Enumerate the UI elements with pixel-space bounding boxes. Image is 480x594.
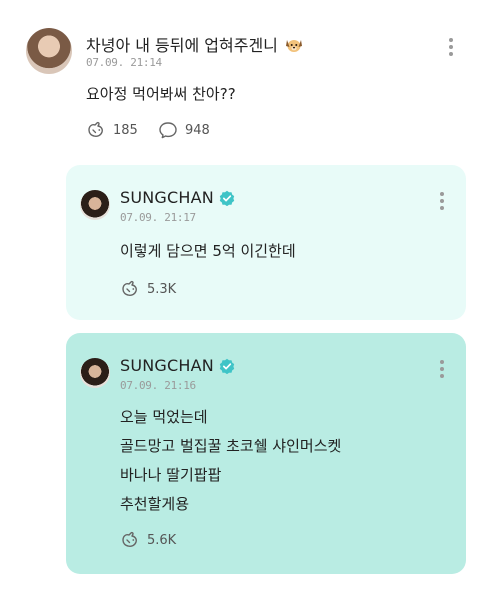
like-count: 5.3K	[147, 281, 177, 297]
artist-name-label: SUNGCHAN	[120, 356, 214, 375]
more-options-icon[interactable]	[439, 360, 445, 380]
artist-name[interactable]: SUNGCHAN	[120, 188, 235, 207]
like-paw-icon	[122, 280, 137, 296]
reply-line: 오늘 먹었는데	[120, 408, 208, 426]
like-button[interactable]: 5.6K	[120, 531, 176, 549]
fan-avatar[interactable]	[26, 28, 72, 74]
verified-badge-icon	[219, 358, 235, 374]
dog-face-icon	[286, 40, 302, 52]
reply-card: SUNGCHAN 07.09. 21:17 이렇게 담으면 5억 이긴한데 5.…	[66, 165, 466, 320]
like-paw-icon	[122, 531, 137, 547]
fan-post-time: 07.09. 21:14	[86, 56, 162, 69]
like-button[interactable]: 185	[86, 121, 138, 139]
reply-time: 07.09. 21:16	[120, 379, 196, 392]
more-options-icon[interactable]	[439, 192, 445, 212]
reply-message: 오늘 먹었는데 골드망고 벌집꿀 초코쉘 샤인머스켓 바나나 딸기팝팝 추천할게…	[120, 403, 341, 519]
like-count: 185	[113, 122, 138, 138]
like-paw-icon	[88, 121, 103, 137]
verified-badge-icon	[219, 190, 235, 206]
comment-count: 948	[185, 122, 210, 138]
reply-card: SUNGCHAN 07.09. 21:16 오늘 먹었는데 골드망고 벌집꿀 초…	[66, 333, 466, 574]
fan-post-message: 요아정 먹어봐써 찬아??	[86, 85, 236, 103]
reply-line: 바나나 딸기팝팝	[120, 466, 222, 484]
reply-line: 이렇게 담으면 5억 이긴한데	[120, 242, 296, 260]
artist-name[interactable]: SUNGCHAN	[120, 356, 235, 375]
artist-avatar[interactable]	[80, 358, 110, 388]
more-options-icon[interactable]	[448, 38, 454, 58]
artist-name-label: SUNGCHAN	[120, 188, 214, 207]
fan-author-name[interactable]: 차녕아 내 등뒤에 업혀주겐니	[86, 32, 303, 56]
reply-line: 골드망고 벌집꿀 초코쉘 샤인머스켓	[120, 437, 342, 455]
comment-button[interactable]: 948	[158, 121, 210, 139]
artist-avatar[interactable]	[80, 190, 110, 220]
fan-post: 차녕아 내 등뒤에 업혀주겐니 07.09. 21:14 요아정 먹어봐써 찬아…	[0, 0, 480, 160]
reply-time: 07.09. 21:17	[120, 211, 196, 224]
comment-bubble-icon	[159, 122, 177, 139]
like-count: 5.6K	[147, 532, 177, 548]
fan-author-label: 차녕아 내 등뒤에 업혀주겐니	[86, 36, 278, 55]
reply-line: 추천할게용	[120, 495, 190, 513]
reply-message: 이렇게 담으면 5억 이긴한데	[120, 237, 296, 266]
like-button[interactable]: 5.3K	[120, 280, 176, 298]
